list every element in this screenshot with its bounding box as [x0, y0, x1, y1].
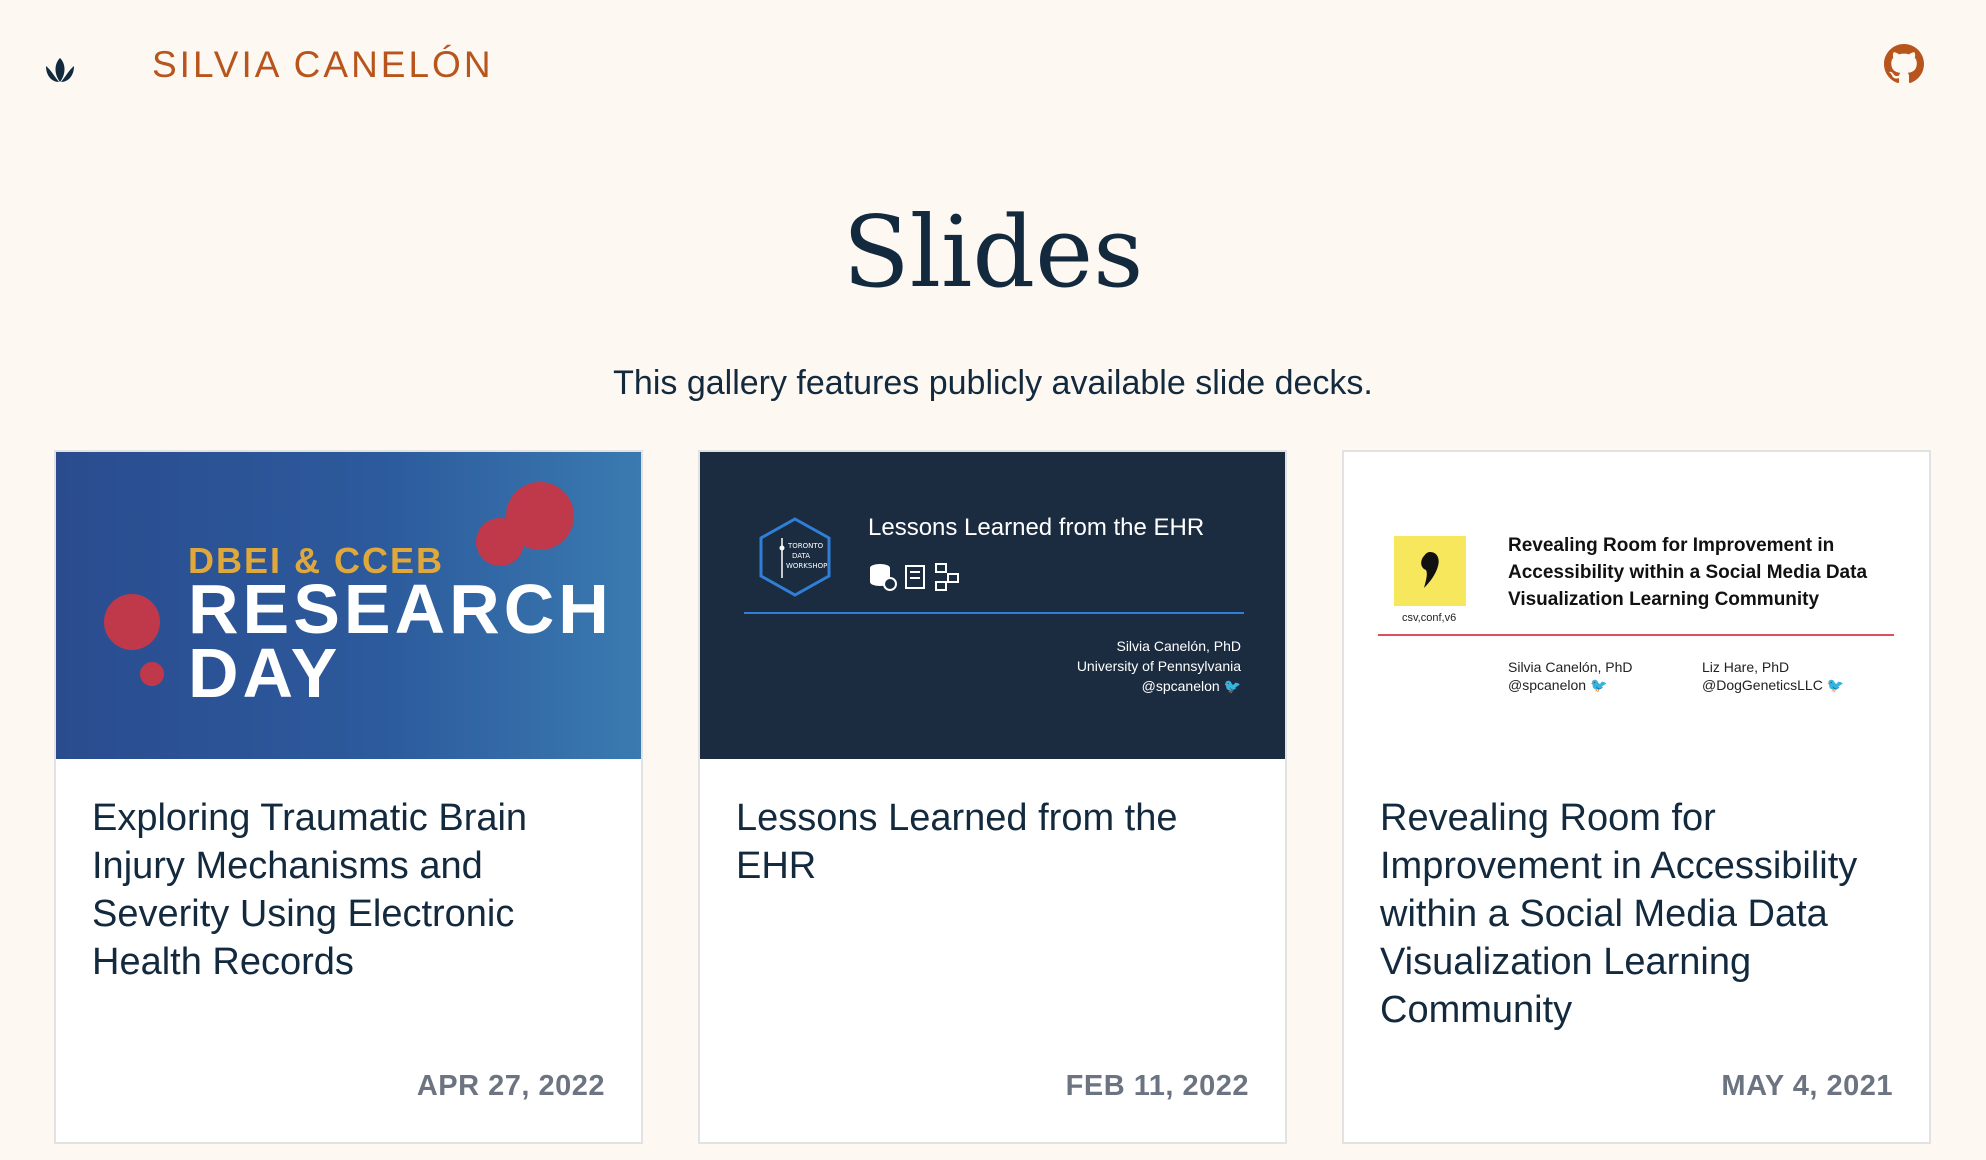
thumb-author-block: Silvia Canelón, PhD @spcanelon 🐦 [1508, 658, 1633, 694]
page-title: Slides [842, 196, 1144, 310]
thumb-affiliation: University of Pennsylvania [1076, 658, 1241, 674]
data-tools-icon [870, 563, 959, 591]
comma-icon [1421, 552, 1439, 588]
svg-text:DATA: DATA [792, 552, 810, 560]
page-description: This gallery features publicly available… [613, 364, 1373, 402]
thumb-handle: @spcanelon 🐦 [1141, 678, 1241, 694]
twitter-icon: 🐦 [1826, 677, 1845, 693]
thumb-heading: DAY [188, 634, 342, 712]
svg-text:WORKSHOP: WORKSHOP [786, 562, 827, 570]
divider [1378, 634, 1894, 636]
thumb-author-block: Liz Hare, PhD @DogGeneticsLLC 🐦 [1702, 658, 1844, 694]
thumb-handle: @DogGeneticsLLC 🐦 [1702, 677, 1845, 693]
toronto-data-workshop-badge-icon: TORONTO DATA WORKSHOP [759, 517, 831, 597]
slide-thumbnail[interactable]: DBEI & CCEB RESEARCH DAY [56, 452, 641, 759]
slide-card[interactable]: TORONTO DATA WORKSHOP Lessons Learned fr… [698, 450, 1287, 1144]
svg-text:TORONTO: TORONTO [787, 542, 824, 550]
thumb-author: Silvia Canelón, PhD [1116, 638, 1241, 654]
thumb-conference: csv,conf,v6 [1402, 612, 1457, 624]
slide-card[interactable]: DBEI & CCEB RESEARCH DAY Exploring Traum… [54, 450, 643, 1144]
site-title-link[interactable]: SILVIA CANELÓN [152, 44, 494, 86]
slide-thumbnail[interactable]: csv,conf,v6 Revealing Room for Improveme… [1344, 452, 1929, 759]
card-date: APR 27, 2022 [416, 1070, 605, 1102]
thumb-author: Silvia Canelón, PhD [1508, 659, 1633, 675]
thumb-author-block: Silvia Canelón, PhD University of Pennsy… [1077, 636, 1241, 696]
card-title[interactable]: Exploring Traumatic Brain Injury Mechani… [92, 794, 612, 986]
csvconf-logo [1394, 536, 1466, 606]
twitter-icon: 🐦 [1589, 677, 1608, 693]
slide-card[interactable]: csv,conf,v6 Revealing Room for Improveme… [1342, 450, 1931, 1144]
thumb-title: Lessons Learned from the EHR [868, 514, 1205, 541]
site-header: SILVIA CANELÓN [0, 0, 1986, 134]
divider [744, 612, 1244, 614]
thumb-title: Revealing Room for Improvement in Access… [1508, 535, 1868, 610]
card-date: FEB 11, 2022 [1065, 1070, 1249, 1102]
slide-thumbnail[interactable]: TORONTO DATA WORKSHOP Lessons Learned fr… [700, 452, 1285, 759]
card-title[interactable]: Revealing Room for Improvement in Access… [1380, 794, 1900, 1034]
card-date: MAY 4, 2021 [1721, 1070, 1893, 1102]
decor-dot [104, 594, 160, 650]
thumb-handle: @spcanelon 🐦 [1508, 677, 1608, 693]
thumb-author: Liz Hare, PhD [1702, 659, 1790, 675]
card-title[interactable]: Lessons Learned from the EHR [736, 794, 1256, 890]
decor-dot [140, 662, 164, 686]
github-icon[interactable] [1884, 44, 1924, 84]
twitter-icon: 🐦 [1223, 678, 1241, 694]
decor-dot [476, 518, 524, 566]
lotus-icon[interactable] [42, 52, 78, 88]
